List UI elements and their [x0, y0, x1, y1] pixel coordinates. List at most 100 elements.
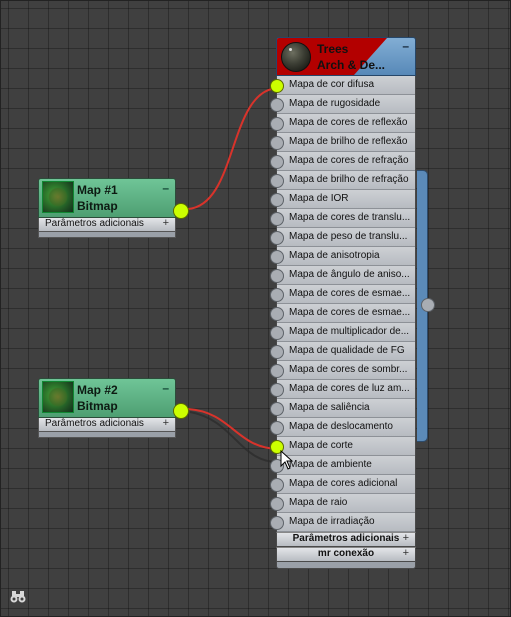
mouse-pointer-icon	[280, 450, 294, 470]
additional-params-rollout[interactable]: Parâmetros adicionais +	[38, 217, 176, 232]
minimize-button[interactable]: –	[162, 381, 169, 395]
input-port[interactable]	[270, 402, 284, 416]
bitmap-node-2[interactable]: Map #2 Bitmap – Parâmetros adicionais +	[38, 378, 189, 438]
input-port[interactable]	[270, 174, 284, 188]
slot-label: Mapa de cores de translu...	[289, 212, 411, 223]
bitmap-thumbnail	[42, 381, 74, 413]
material-slot[interactable]: Mapa de raio	[270, 494, 415, 513]
material-slot[interactable]: Mapa de deslocamento	[270, 418, 415, 437]
slot-label: Mapa de cores adicional	[289, 478, 398, 489]
input-port[interactable]	[270, 79, 284, 93]
slot-label: Mapa de cores de esmae...	[289, 288, 411, 299]
material-slot[interactable]: Mapa de rugosidade	[270, 95, 415, 114]
binoculars-icon[interactable]	[10, 590, 26, 604]
input-port[interactable]	[270, 326, 284, 340]
slot-label: Mapa de rugosidade	[289, 98, 381, 109]
material-type: Arch & De...	[317, 58, 386, 72]
input-port[interactable]	[270, 98, 284, 112]
material-slot[interactable]: Mapa de ângulo de aniso...	[270, 266, 415, 285]
material-slot[interactable]: Mapa de peso de translu...	[270, 228, 415, 247]
node-footer	[38, 232, 176, 238]
expand-plus-icon[interactable]: +	[163, 217, 169, 229]
material-slot[interactable]: Mapa de qualidade de FG	[270, 342, 415, 361]
input-port[interactable]	[270, 136, 284, 150]
material-node-header[interactable]: Trees Arch & De... –	[276, 37, 416, 76]
minimize-button[interactable]: –	[402, 39, 409, 53]
material-slot[interactable]: Mapa de anisotropia	[270, 247, 415, 266]
node-footer	[38, 432, 176, 438]
material-slot[interactable]: Mapa de cor difusa	[270, 76, 415, 95]
slot-label: Mapa de ambiente	[289, 459, 372, 470]
material-slot[interactable]: Mapa de cores de translu...	[270, 209, 415, 228]
node-editor-canvas[interactable]: Map #1 Bitmap – Parâmetros adicionais + …	[0, 0, 511, 617]
input-port[interactable]	[270, 155, 284, 169]
input-port[interactable]	[270, 117, 284, 131]
wire-map1-diffuse[interactable]	[187, 87, 279, 210]
material-slot[interactable]: Mapa de multiplicador de...	[270, 323, 415, 342]
node-type: Bitmap	[77, 199, 118, 213]
material-slot[interactable]: Mapa de cores de reflexão	[270, 114, 415, 133]
material-slot[interactable]: Mapa de cores de luz am...	[270, 380, 415, 399]
input-port[interactable]	[270, 212, 284, 226]
expand-plus-icon[interactable]: +	[403, 547, 409, 559]
slot-label: Mapa de deslocamento	[289, 421, 393, 432]
material-name: Trees	[317, 42, 349, 56]
input-port[interactable]	[270, 250, 284, 264]
input-port[interactable]	[270, 231, 284, 245]
rollout-label: Parâmetros adicionais	[45, 218, 144, 229]
input-port[interactable]	[270, 307, 284, 321]
material-slot[interactable]: Mapa de saliência	[270, 399, 415, 418]
material-slot[interactable]: Mapa de cores de refração	[270, 152, 415, 171]
input-port[interactable]	[270, 288, 284, 302]
mr-connection-rollout[interactable]: mr conexão +	[276, 547, 416, 562]
slot-label: Mapa de ângulo de aniso...	[289, 269, 410, 280]
material-slot[interactable]: Mapa de brilho de reflexão	[270, 133, 415, 152]
slot-label: Mapa de brilho de refração	[289, 174, 409, 185]
bitmap-node-header[interactable]: Map #1 Bitmap –	[38, 178, 176, 218]
input-port[interactable]	[270, 269, 284, 283]
bitmap-node-1[interactable]: Map #1 Bitmap – Parâmetros adicionais +	[38, 178, 189, 238]
material-slot[interactable]: Mapa de cores adicional	[270, 475, 415, 494]
slot-label: Mapa de peso de translu...	[289, 231, 408, 242]
rollout-label: mr conexão	[317, 548, 375, 559]
material-slot[interactable]: Mapa de ambiente	[270, 456, 415, 475]
input-port[interactable]	[270, 421, 284, 435]
input-port[interactable]	[270, 516, 284, 530]
input-port[interactable]	[270, 383, 284, 397]
input-port[interactable]	[270, 497, 284, 511]
slot-label: Mapa de anisotropia	[289, 250, 380, 261]
input-port[interactable]	[270, 478, 284, 492]
material-slot[interactable]: Mapa de cores de sombr...	[270, 361, 415, 380]
material-slot[interactable]: Mapa de cores de esmae...	[270, 304, 415, 323]
input-port[interactable]	[270, 364, 284, 378]
wire-map2-cutout[interactable]	[187, 408, 279, 450]
material-slot[interactable]: Mapa de IOR	[270, 190, 415, 209]
slot-label: Mapa de corte	[289, 440, 353, 451]
material-slot[interactable]: Mapa de cores de esmae...	[270, 285, 415, 304]
expand-plus-icon[interactable]: +	[163, 417, 169, 429]
bitmap-node-header[interactable]: Map #2 Bitmap –	[38, 378, 176, 418]
output-port[interactable]	[173, 403, 189, 419]
slot-label: Mapa de IOR	[289, 193, 349, 204]
slot-label: Mapa de cores de esmae...	[289, 307, 411, 318]
material-slot[interactable]: Mapa de irradiação	[270, 513, 415, 532]
material-slot[interactable]: Mapa de brilho de refração	[270, 171, 415, 190]
rollout-label: Parâmetros adicionais	[292, 533, 400, 544]
material-preview-sphere	[281, 42, 311, 72]
material-input-slots: Mapa de cor difusa Mapa de rugosidade Mapa…	[270, 76, 416, 532]
input-port[interactable]	[270, 193, 284, 207]
bitmap-thumbnail	[42, 181, 74, 213]
slot-label: Mapa de cores de luz am...	[289, 383, 410, 394]
material-slot[interactable]: Mapa de corte	[270, 437, 415, 456]
material-output-port[interactable]	[421, 298, 435, 312]
minimize-button[interactable]: –	[162, 181, 169, 195]
additional-params-rollout[interactable]: Parâmetros adicionais +	[276, 532, 416, 547]
node-footer	[276, 562, 416, 569]
material-node[interactable]: Trees Arch & De... – Mapa de cor difusa M…	[270, 37, 416, 569]
output-port[interactable]	[173, 203, 189, 219]
input-port[interactable]	[270, 345, 284, 359]
node-title: Map #2	[77, 383, 118, 397]
slot-label: Mapa de raio	[289, 497, 348, 508]
expand-plus-icon[interactable]: +	[403, 532, 409, 544]
additional-params-rollout[interactable]: Parâmetros adicionais +	[38, 417, 176, 432]
